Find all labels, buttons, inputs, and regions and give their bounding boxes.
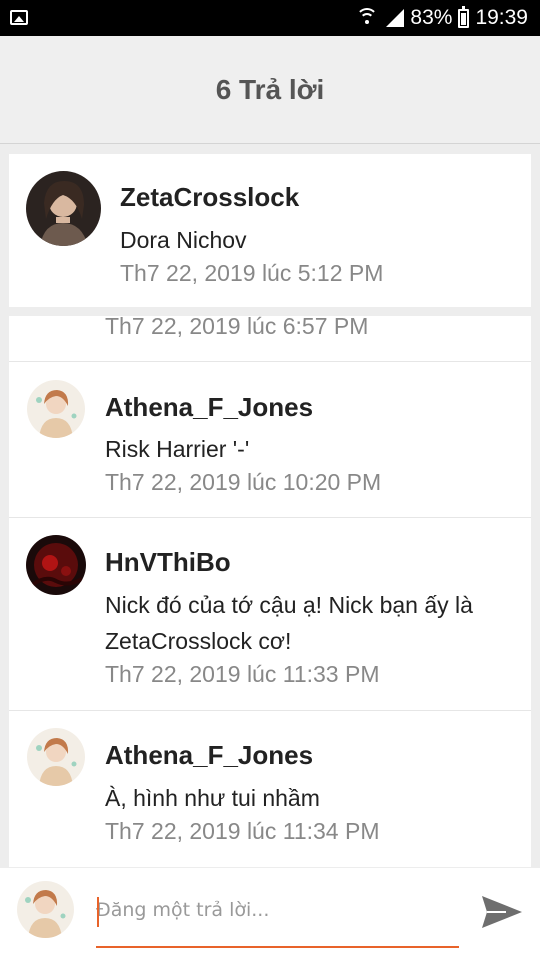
avatar[interactable] [27,728,85,786]
text-caret [97,897,99,927]
divider [9,517,531,518]
avatar [17,881,74,938]
input-underline [96,946,459,948]
reply-timestamp: Th7 22, 2019 lúc 6:57 PM [105,313,369,339]
send-icon[interactable] [478,888,526,936]
reply-timestamp: Th7 22, 2019 lúc 11:33 PM [105,661,380,687]
post-content: Dora Nichov [120,227,247,253]
reply-composer [0,868,540,960]
author-name[interactable]: Athena_F_Jones [105,392,313,423]
reply-content: À, hình như tui nhầm [105,785,320,811]
clock: 19:39 [475,6,528,29]
reply-timestamp: Th7 22, 2019 lúc 10:20 PM [105,469,382,495]
reply-timestamp: Th7 22, 2019 lúc 11:34 PM [105,818,380,844]
author-name[interactable]: Athena_F_Jones [105,740,313,771]
reply-input[interactable] [96,890,458,930]
divider [9,710,531,711]
title-bar: 6 Trả lời [0,36,540,144]
replies-list: Th7 22, 2019 lúc 6:57 PM Athena_F_Jones … [9,313,531,867]
avatar[interactable] [27,380,85,438]
status-bar: 83% 19:39 [0,0,540,36]
avatar[interactable] [26,535,86,595]
page-title: 6 Trả lời [215,73,325,105]
battery-percent: 83% [410,6,453,29]
reply-content: Risk Harrier '-' [105,436,250,462]
battery-icon [458,5,470,28]
signal-icon [384,9,405,27]
wifi-icon [356,8,379,28]
divider [9,361,531,362]
post-timestamp: Th7 22, 2019 lúc 5:12 PM [120,260,384,286]
reply-content: Nick đó của tớ cậu ạ! Nick bạn ấy là Zet… [105,592,473,654]
image-icon [10,10,28,25]
original-post: ZetaCrosslock Dora Nichov Th7 22, 2019 l… [9,154,531,307]
author-name[interactable]: HnVThiBo [105,547,231,578]
avatar[interactable] [26,171,101,246]
author-name[interactable]: ZetaCrosslock [120,182,299,213]
